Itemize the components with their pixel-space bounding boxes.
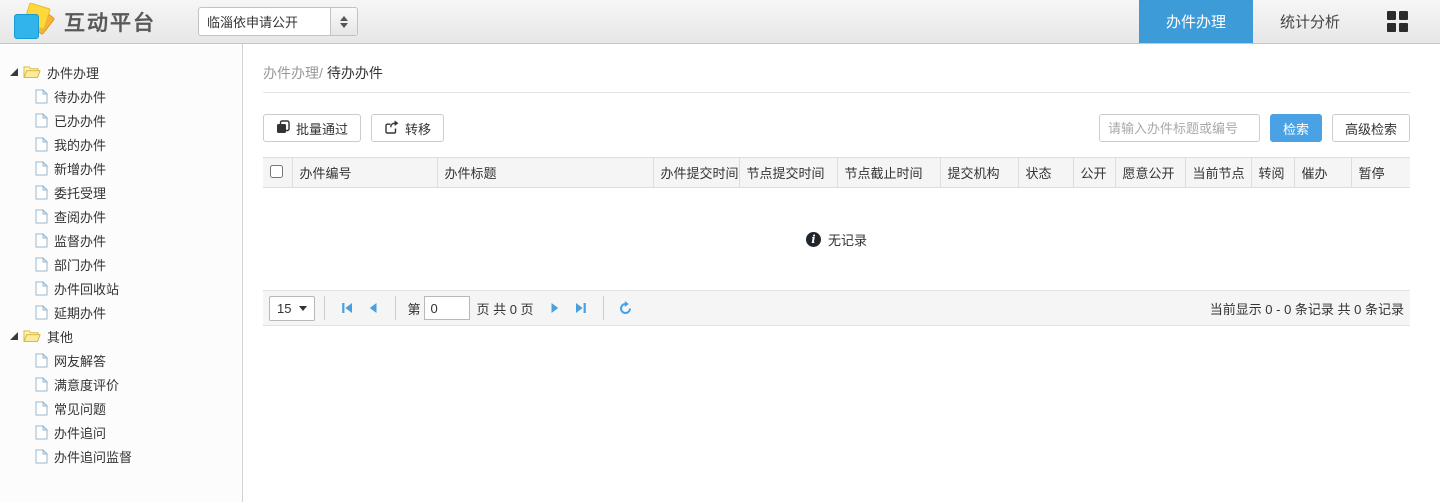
breadcrumb-parent: 办件办理/ [263, 65, 323, 81]
col-status[interactable]: 状态 [1018, 157, 1074, 188]
page-root: 互动平台 临淄依申请公开 办件办理 统计分析 办件办理 待办办件 已办办件 我的… [0, 0, 1440, 502]
document-icon [35, 160, 48, 176]
tab-case-handling[interactable]: 办件办理 [1138, 0, 1253, 43]
sidebar-item-case-followup[interactable]: 办件追问 [33, 420, 242, 444]
copy-icon [276, 119, 290, 137]
sidebar-item-case-recycle-bin[interactable]: 办件回收站 [33, 276, 242, 300]
table-header-row: 办件编号 办件标题 办件提交时间 节点提交时间 节点截止时间 提交机构 状态 公… [263, 157, 1410, 188]
sidebar-item-department-cases[interactable]: 部门办件 [33, 252, 242, 276]
sidebar-item-supervise-cases[interactable]: 监督办件 [33, 228, 242, 252]
tree-expanded-icon[interactable] [10, 68, 18, 76]
col-willing-public[interactable]: 愿意公开 [1115, 157, 1186, 188]
document-icon [35, 88, 48, 104]
document-icon [35, 136, 48, 152]
col-forward-read[interactable]: 转阅 [1251, 157, 1295, 188]
pagination-bar: 15 第 页 共 0 页 当前显示 0 - 0 条记录 共 0 条记录 [263, 290, 1410, 326]
app-header: 互动平台 临淄依申请公开 办件办理 统计分析 [0, 0, 1440, 44]
refresh-icon[interactable] [615, 297, 637, 319]
empty-state: i 无记录 [263, 188, 1410, 290]
document-icon [35, 232, 48, 248]
search-button[interactable]: 检索 [1269, 114, 1322, 142]
col-case-submit-time[interactable]: 办件提交时间 [653, 157, 740, 188]
sidebar-item-new-case[interactable]: 新增办件 [33, 156, 242, 180]
document-icon [35, 112, 48, 128]
col-submit-org[interactable]: 提交机构 [940, 157, 1019, 188]
breadcrumb-divider [263, 92, 1410, 93]
sidebar-item-netizen-answers[interactable]: 网友解答 [33, 348, 242, 372]
page-prefix-label: 第 [407, 301, 421, 317]
site-select-value: 临淄依申请公开 [207, 15, 299, 30]
main-content: 办件办理/待办办件 批量通过 转移 检索 高级检索 [243, 44, 1440, 502]
document-icon [35, 400, 48, 416]
document-icon [35, 184, 48, 200]
document-icon [35, 376, 48, 392]
records-summary: 当前显示 0 - 0 条记录 共 0 条记录 [1209, 301, 1404, 317]
first-page-button[interactable] [336, 297, 358, 319]
tab-statistics[interactable]: 统计分析 [1253, 0, 1367, 43]
apps-grid-icon[interactable] [1387, 11, 1408, 32]
transfer-button[interactable]: 转移 [371, 114, 445, 142]
col-pause[interactable]: 暂停 [1351, 157, 1410, 188]
col-node-deadline[interactable]: 节点截止时间 [837, 157, 941, 188]
sidebar-item-view-cases[interactable]: 查阅办件 [33, 204, 242, 228]
last-page-button[interactable] [570, 297, 592, 319]
page-count-label: 页 共 0 页 [476, 301, 534, 317]
empty-text: 无记录 [827, 232, 867, 248]
search-input[interactable] [1098, 114, 1260, 142]
col-case-title[interactable]: 办件标题 [437, 157, 654, 188]
site-select[interactable]: 临淄依申请公开 [198, 7, 358, 36]
document-icon [35, 424, 48, 440]
tree-expanded-icon[interactable] [10, 332, 18, 340]
pager-divider [324, 296, 326, 320]
header-nav: 办件办理 统计分析 [1138, 0, 1440, 43]
select-spinner-icon[interactable] [330, 8, 357, 35]
page-number-input[interactable] [424, 296, 471, 320]
col-node-submit-time[interactable]: 节点提交时间 [739, 157, 838, 188]
advanced-search-button[interactable]: 高级检索 [1331, 114, 1410, 142]
document-icon [35, 208, 48, 224]
tree-label: 办件办理 [47, 65, 100, 81]
document-icon [35, 304, 48, 320]
col-urge[interactable]: 催办 [1294, 157, 1352, 188]
col-public[interactable]: 公开 [1073, 157, 1116, 188]
sidebar-item-delayed-cases[interactable]: 延期办件 [33, 300, 242, 324]
page-size-select[interactable]: 15 [269, 295, 316, 321]
next-page-button[interactable] [544, 297, 566, 319]
sidebar-item-done-cases[interactable]: 已办办件 [33, 108, 242, 132]
pager-divider [395, 296, 397, 320]
folder-icon [23, 65, 41, 79]
folder-icon [23, 329, 41, 343]
tree-label: 其他 [47, 329, 74, 345]
select-all-checkbox[interactable] [270, 164, 283, 178]
breadcrumb: 办件办理/待办办件 [263, 64, 1410, 82]
share-icon [384, 119, 399, 137]
sidebar-item-case-followup-supervision[interactable]: 办件追问监督 [33, 444, 242, 468]
cases-table: 办件编号 办件标题 办件提交时间 节点提交时间 节点截止时间 提交机构 状态 公… [263, 157, 1410, 188]
prev-page-button[interactable] [362, 297, 384, 319]
sidebar-item-faq[interactable]: 常见问题 [33, 396, 242, 420]
breadcrumb-current: 待办办件 [326, 65, 383, 81]
document-icon [35, 280, 48, 296]
sidebar-item-pending-cases[interactable]: 待办办件 [33, 84, 242, 108]
tree-folder-case-handling[interactable]: 办件办理 [8, 60, 242, 84]
col-case-number[interactable]: 办件编号 [292, 157, 438, 188]
info-icon: i [805, 231, 821, 247]
col-current-node[interactable]: 当前节点 [1185, 157, 1252, 188]
sidebar-item-my-cases[interactable]: 我的办件 [33, 132, 242, 156]
pager-divider [602, 296, 604, 320]
toolbar: 批量通过 转移 检索 高级检索 [263, 114, 1410, 142]
sidebar-item-entrusted-acceptance[interactable]: 委托受理 [33, 180, 242, 204]
select-all-header[interactable] [263, 157, 293, 188]
app-logo-icon [12, 1, 56, 40]
chevron-down-icon [299, 305, 308, 311]
batch-pass-button[interactable]: 批量通过 [263, 114, 362, 142]
document-icon [35, 352, 48, 368]
search-area: 检索 高级检索 [1098, 114, 1410, 142]
sidebar-tree: 办件办理 待办办件 已办办件 我的办件 新增办件 委托受理 查阅办件 监督办件 … [0, 44, 243, 502]
document-icon [35, 256, 48, 272]
document-icon [35, 448, 48, 464]
tree-folder-other[interactable]: 其他 [8, 324, 242, 348]
sidebar-item-satisfaction-rating[interactable]: 满意度评价 [33, 372, 242, 396]
app-title: 互动平台 [64, 11, 156, 35]
